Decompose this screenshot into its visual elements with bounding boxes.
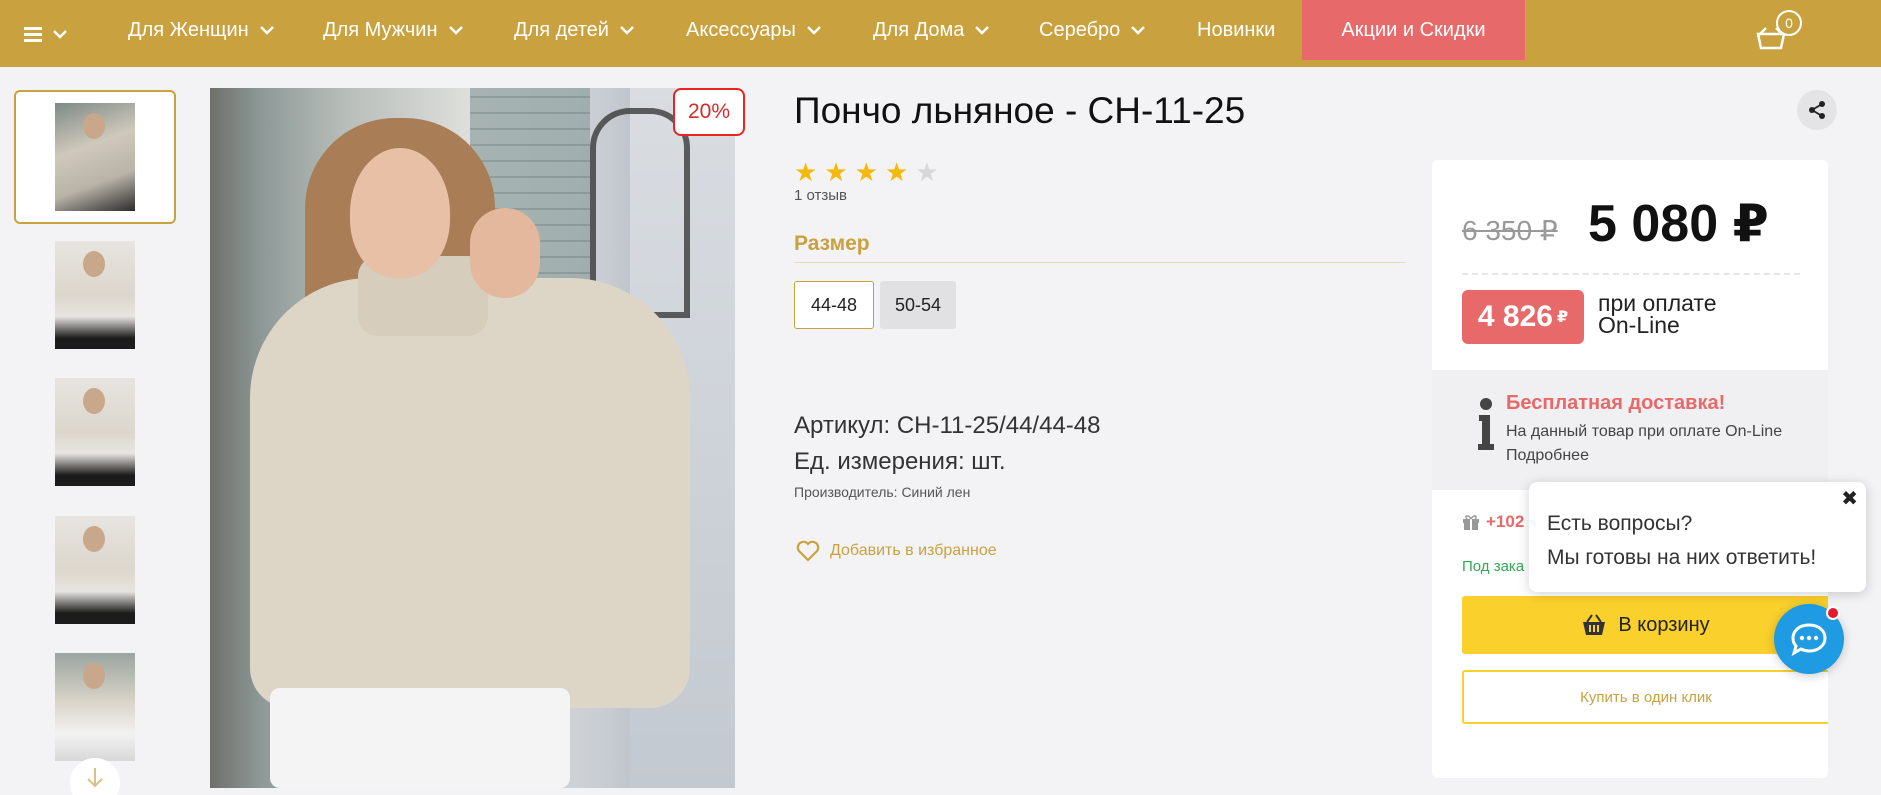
bonus-points: +102 <box>1462 512 1524 532</box>
chat-line-1: Есть вопросы? <box>1547 512 1693 535</box>
chevron-down-icon <box>620 26 634 35</box>
chat-bubble-icon <box>1791 623 1827 656</box>
nav-item-label: Новинки <box>1197 18 1276 41</box>
thumbnail-2[interactable] <box>14 228 176 362</box>
nav-item-label: Серебро <box>1039 18 1121 41</box>
nav-item-kids[interactable]: Для детей <box>514 0 635 60</box>
delivery-more-link[interactable]: Подробнее <box>1506 444 1782 468</box>
chat-popup[interactable]: Есть вопросы? Мы готовы на них ответить!… <box>1529 482 1866 592</box>
menu-button[interactable] <box>24 14 68 54</box>
unit-row: Ед. измерения: шт. <box>794 448 1006 476</box>
nav-item-new[interactable]: Новинки <box>1197 0 1275 60</box>
divider <box>1462 273 1800 275</box>
nav-item-silver[interactable]: Серебро <box>1039 0 1146 60</box>
chevron-down-icon <box>806 26 821 35</box>
article-value: СН-11-25/44/44-48 <box>896 412 1101 439</box>
old-price: 6 350 ₽ <box>1462 215 1558 246</box>
chevron-down-icon <box>259 26 274 35</box>
add-to-cart-label: В корзину <box>1618 613 1710 636</box>
nav-item-label: Для детей <box>514 18 609 41</box>
delivery-heading: Бесплатная доставка! <box>1506 392 1726 414</box>
manufacturer-text: Производитель: Синий лен <box>794 484 971 500</box>
thumbnail-image <box>55 241 135 349</box>
hamburger-icon <box>24 27 42 42</box>
bonus-value: +102 <box>1486 512 1525 531</box>
online-price-currency: ₽ <box>1556 309 1569 326</box>
nav-item-sale[interactable]: Акции и Скидки <box>1302 0 1525 60</box>
star-icon: ★ <box>824 157 848 187</box>
thumbnail-image <box>55 103 135 211</box>
star-icon: ★ <box>854 157 878 187</box>
star-icon: ★ <box>915 157 939 187</box>
thumbnail-image <box>55 378 135 486</box>
online-price-value: 4 826 <box>1477 300 1553 333</box>
close-icon[interactable]: ✖ <box>1841 486 1858 511</box>
add-to-favorites-link[interactable]: Добавить в избранное <box>796 540 997 562</box>
size-option-50-54[interactable]: 50-54 <box>880 281 956 329</box>
chat-notification-dot <box>1826 606 1840 620</box>
nav-item-label: Для Женщин <box>128 18 249 41</box>
delivery-text: На данный товар при оплате On-Line Подро… <box>1506 420 1782 468</box>
article-row: Артикул: СН-11-25/44/44-48 <box>794 412 1100 440</box>
thumbnail-image <box>55 516 135 624</box>
nav-item-label: Аксессуары <box>686 18 796 41</box>
thumbnail-3[interactable] <box>14 365 176 499</box>
chevron-down-icon <box>1131 26 1146 35</box>
rating-stars[interactable]: ★ ★ ★ ★ ★ <box>794 157 939 188</box>
thumbnail-4[interactable] <box>14 503 176 637</box>
online-price-badge: 4 826 ₽ <box>1462 290 1584 344</box>
arrow-down-icon <box>87 768 103 788</box>
cart-count-badge: 0 <box>1776 10 1802 36</box>
delivery-block: Бесплатная доставка! На данный товар при… <box>1432 370 1828 490</box>
cart-button[interactable]: 0 <box>1756 8 1806 53</box>
nav-item-label: Для Мужчин <box>323 18 438 41</box>
reviews-link[interactable]: 1 отзыв <box>794 187 847 204</box>
online-payment-note: при оплате On-Line <box>1598 290 1717 338</box>
article-label: Артикул: <box>794 412 891 439</box>
chevron-down-icon <box>448 26 463 35</box>
size-heading: Размер <box>794 232 870 255</box>
nav-item-label: Для Дома <box>873 18 965 41</box>
divider <box>794 262 1406 263</box>
share-icon <box>1809 101 1825 119</box>
price-card: 6 350 ₽ 5 080 ₽ 4 826 ₽ при оплате On-Li… <box>1432 160 1828 778</box>
thumbnail-5[interactable] <box>14 640 176 774</box>
basket-icon <box>1583 614 1606 635</box>
unit-label: Ед. измерения: <box>794 448 965 475</box>
discount-badge: 20% <box>673 88 745 136</box>
add-to-cart-button[interactable]: В корзину <box>1462 596 1828 654</box>
star-icon: ★ <box>884 157 909 187</box>
share-button[interactable] <box>1797 90 1837 130</box>
top-nav: Для Женщин Для Мужчин Для детей Аксессуа… <box>0 0 1881 67</box>
nav-item-men[interactable]: Для Мужчин <box>323 0 464 60</box>
thumbnail-1[interactable] <box>14 90 176 224</box>
current-price: 5 080 ₽ <box>1588 195 1769 253</box>
buy-one-click-button[interactable]: Купить в один клик <box>1462 670 1828 724</box>
product-main-image[interactable] <box>210 88 735 788</box>
thumbnail-image <box>55 653 135 761</box>
chat-line-2: Мы готовы на них ответить! <box>1547 546 1817 569</box>
chevron-down-icon <box>975 26 990 35</box>
favorite-label: Добавить в избранное <box>830 542 997 559</box>
size-option-44-48[interactable]: 44-48 <box>794 281 874 329</box>
chevron-down-icon <box>53 30 67 39</box>
nav-item-label: Акции и Скидки <box>1341 18 1486 41</box>
nav-item-accessories[interactable]: Аксессуары <box>686 0 822 60</box>
unit-value: шт. <box>971 448 1006 475</box>
star-icon: ★ <box>794 157 818 187</box>
order-status: Под зака <box>1462 558 1525 575</box>
product-title: Пончо льняное - СН-11-25 <box>794 90 1246 131</box>
heart-icon <box>796 540 820 562</box>
nav-item-home[interactable]: Для Дома <box>873 0 990 60</box>
gift-icon <box>1463 515 1479 530</box>
info-icon <box>1478 398 1494 450</box>
nav-item-women[interactable]: Для Женщин <box>128 0 275 60</box>
